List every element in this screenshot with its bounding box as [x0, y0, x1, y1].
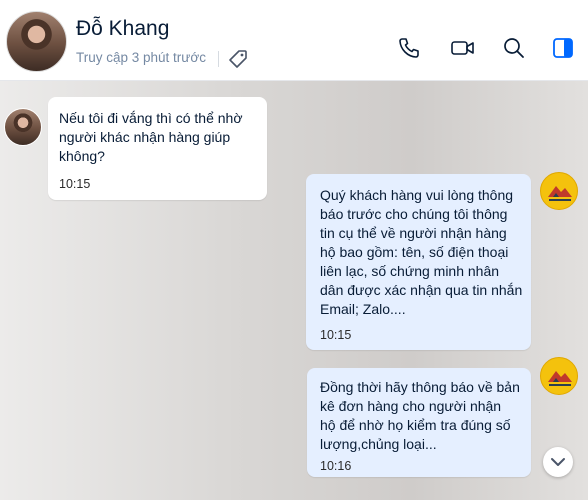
tag-icon[interactable]	[228, 49, 248, 69]
contact-avatar-small[interactable]	[4, 108, 42, 146]
header-divider	[218, 51, 219, 67]
outgoing-message-bubble[interactable]: Quý khách hàng vui lòng thông báo trước …	[306, 174, 531, 350]
scroll-to-bottom-button[interactable]	[543, 447, 573, 477]
message-text: Nếu tôi đi vắng thì có thể nhờ người khá…	[59, 110, 243, 164]
message-time: 10:15	[59, 177, 91, 191]
incoming-message-bubble[interactable]: Nếu tôi đi vắng thì có thể nhờ người khá…	[48, 97, 267, 200]
last-seen-status: Truy cập 3 phút trước	[76, 50, 206, 65]
shop-avatar[interactable]	[540, 172, 578, 210]
message-text: Quý khách hàng vui lòng thông báo trước …	[320, 187, 523, 317]
chevron-down-icon	[551, 458, 565, 466]
message-time: 10:15	[320, 328, 352, 342]
outgoing-message-bubble[interactable]: Đồng thời hãy thông báo về bản kê đơn hà…	[307, 368, 531, 477]
video-call-icon[interactable]	[450, 36, 476, 60]
shop-avatar[interactable]	[540, 357, 578, 395]
message-text: Đồng thời hãy thông báo về bản kê đơn hà…	[320, 379, 520, 452]
search-icon[interactable]	[502, 36, 526, 60]
phone-icon[interactable]	[397, 36, 421, 60]
chat-header: Đỗ Khang Truy cập 3 phút trước	[0, 0, 588, 81]
sidebar-toggle-icon[interactable]	[551, 36, 575, 60]
contact-avatar[interactable]	[6, 11, 67, 72]
message-time: 10:16	[320, 459, 352, 473]
contact-name[interactable]: Đỗ Khang	[76, 17, 169, 41]
